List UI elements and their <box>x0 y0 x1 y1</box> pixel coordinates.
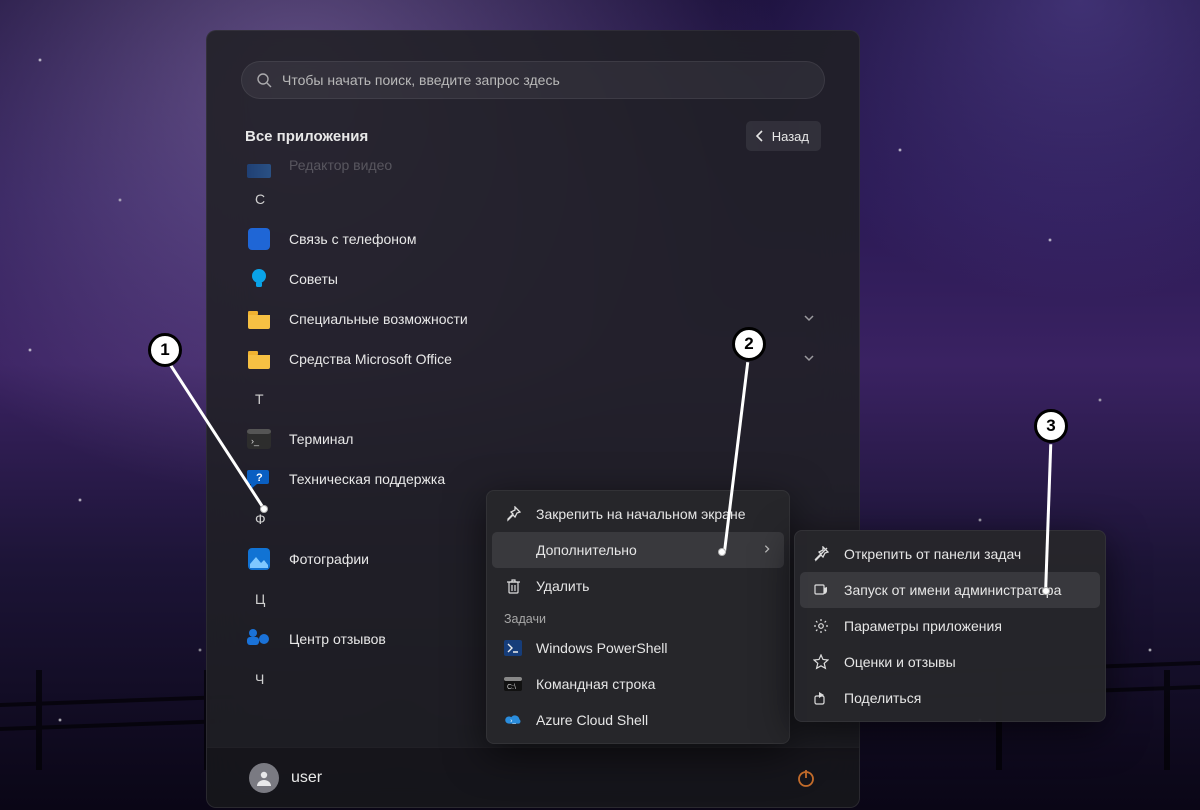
user-name: user <box>291 769 322 787</box>
app-label: Техническая поддержка <box>289 471 445 487</box>
chevron-right-icon <box>762 544 774 556</box>
ctx-item-powershell[interactable]: Windows PowerShell <box>492 630 784 666</box>
gear-icon <box>812 617 830 635</box>
shield-admin-icon <box>812 581 830 599</box>
ctx-item-cmd[interactable]: C:\ Командная строка <box>492 666 784 702</box>
share-icon <box>812 689 830 707</box>
ctx-item-app-settings[interactable]: Параметры приложения <box>800 608 1100 644</box>
pin-icon <box>504 505 522 523</box>
chevron-left-icon <box>754 130 766 142</box>
ctx-item-pin-start[interactable]: Закрепить на начальном экране <box>492 496 784 532</box>
phone-link-icon <box>245 225 273 253</box>
app-label: Советы <box>289 271 338 287</box>
photos-icon <box>245 545 273 573</box>
letter-header-s[interactable]: С <box>241 179 825 219</box>
app-label: Фотографии <box>289 551 369 567</box>
terminal-icon: ›_ <box>245 425 273 453</box>
letter-header-t[interactable]: Т <box>241 379 825 419</box>
svg-text:›_: ›_ <box>251 436 260 446</box>
back-button[interactable]: Назад <box>746 121 821 151</box>
ctx-label: Azure Cloud Shell <box>536 712 648 728</box>
ctx-item-more[interactable]: Дополнительно <box>492 532 784 568</box>
app-icon <box>245 157 273 185</box>
ctx-label: Командная строка <box>536 676 655 692</box>
ctx-label: Windows PowerShell <box>536 640 668 656</box>
chevron-down-icon <box>803 312 817 326</box>
callout-dot-3 <box>1042 587 1050 595</box>
context-menu-terminal: Закрепить на начальном экране Дополнител… <box>486 490 790 744</box>
chevron-down-icon <box>803 352 817 366</box>
ctx-item-rate-review[interactable]: Оценки и отзывы <box>800 644 1100 680</box>
trash-icon <box>504 577 522 595</box>
callout-dot-2 <box>718 548 726 556</box>
app-item-phone-link[interactable]: Связь с телефоном <box>241 219 825 259</box>
search-icon <box>256 72 272 88</box>
ctx-item-azure-shell[interactable]: ›_ Azure Cloud Shell <box>492 702 784 738</box>
blank-icon <box>504 541 522 559</box>
ctx-item-uninstall[interactable]: Удалить <box>492 568 784 604</box>
ctx-item-unpin-taskbar[interactable]: Открепить от панели задач <box>800 536 1100 572</box>
search-box[interactable] <box>241 61 825 99</box>
ctx-label: Оценки и отзывы <box>844 654 956 670</box>
ctx-item-share[interactable]: Поделиться <box>800 680 1100 716</box>
avatar <box>249 763 279 793</box>
app-label: Специальные возможности <box>289 311 468 327</box>
folder-icon <box>245 345 273 373</box>
feedback-hub-icon <box>245 625 273 653</box>
unpin-icon <box>812 545 830 563</box>
search-input[interactable] <box>282 72 810 88</box>
ctx-label: Закрепить на начальном экране <box>536 506 746 522</box>
svg-text:C:\: C:\ <box>507 684 516 691</box>
star-icon <box>812 653 830 671</box>
tips-icon <box>245 265 273 293</box>
callout-1: 1 <box>148 333 182 367</box>
context-submenu-more: Открепить от панели задач Запуск от имен… <box>794 530 1106 722</box>
app-label: Редактор видео <box>289 157 392 173</box>
svg-text:›_: ›_ <box>510 718 516 725</box>
ctx-label: Запуск от имени администратора <box>844 582 1061 598</box>
all-apps-title: Все приложения <box>245 128 368 145</box>
power-button[interactable] <box>795 767 817 789</box>
ctx-item-run-as-admin[interactable]: Запуск от имени администратора <box>800 572 1100 608</box>
cmd-icon: C:\ <box>504 675 522 693</box>
azure-cloud-shell-icon: ›_ <box>504 711 522 729</box>
callout-3: 3 <box>1034 409 1068 443</box>
powershell-icon <box>504 639 522 657</box>
ctx-label: Открепить от панели задач <box>844 546 1021 562</box>
ctx-label: Дополнительно <box>536 542 637 558</box>
ctx-label: Поделиться <box>844 690 921 706</box>
back-label: Назад <box>772 129 809 144</box>
folder-icon <box>245 305 273 333</box>
app-item-tips[interactable]: Советы <box>241 259 825 299</box>
app-label: Центр отзывов <box>289 631 386 647</box>
ctx-section-tasks: Задачи <box>492 604 784 630</box>
svg-text:?: ? <box>256 472 263 484</box>
app-label: Средства Microsoft Office <box>289 351 452 367</box>
user-account-button[interactable]: user <box>249 763 322 793</box>
callout-2: 2 <box>732 327 766 361</box>
app-label: Терминал <box>289 431 353 447</box>
callout-dot-1 <box>260 505 268 513</box>
app-label: Связь с телефоном <box>289 231 416 247</box>
app-item-video-editor[interactable]: Редактор видео <box>241 157 825 179</box>
start-menu-footer: user <box>207 747 859 807</box>
ctx-label: Удалить <box>536 578 589 594</box>
ctx-label: Параметры приложения <box>844 618 1002 634</box>
